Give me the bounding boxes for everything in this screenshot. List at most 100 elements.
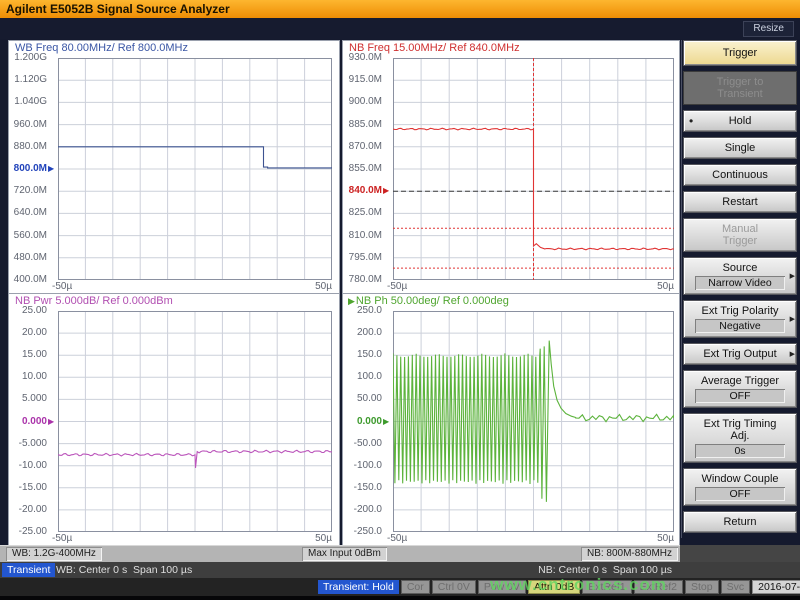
- chart-b-plot-area: [393, 58, 674, 280]
- y-tick-label: 960.0M: [11, 119, 47, 130]
- y-tick-label: -100.0: [345, 460, 382, 471]
- softkey-continuous-label: Continuous: [693, 169, 787, 181]
- y-tick-label: 1.040G: [11, 96, 47, 107]
- status-ctrl: Ctrl 0V: [432, 580, 476, 594]
- max-input-indicator: Max Input 0dBm: [302, 547, 387, 561]
- y-tick-label: 560.0M: [11, 230, 47, 241]
- ref-marker-icon[interactable]: ▶: [48, 163, 54, 175]
- y-tick-label: 870.0M: [345, 141, 382, 152]
- softkey-restart[interactable]: Restart: [683, 191, 797, 213]
- softkey-hold[interactable]: Hold•: [683, 110, 797, 132]
- softkey-source[interactable]: SourceNarrow Video▶: [683, 257, 797, 295]
- softkey-manual-trigger-label: Trigger: [693, 235, 787, 247]
- y-tick-label: 780.0M: [345, 274, 382, 285]
- y-tick-label: 400.0M: [11, 274, 47, 285]
- y-tick-label: 1.120G: [11, 74, 47, 85]
- resize-button[interactable]: Resize: [743, 21, 794, 37]
- status-transient-hold: Transient: Hold: [318, 580, 399, 594]
- ref-marker-icon[interactable]: ▶: [48, 416, 54, 428]
- softkey-return[interactable]: Return: [683, 511, 797, 533]
- y-tick-label: 50.00: [345, 393, 382, 404]
- softkey-trigger-menu-title-label: Trigger: [688, 47, 792, 59]
- softkey-single[interactable]: Single: [683, 137, 797, 159]
- chart-panel-nb-phase: ▶NB Ph 50.00deg/ Ref 0.000deg (d) 250.02…: [342, 293, 680, 546]
- chart-canvas: [58, 58, 332, 280]
- y-tick-label: -10.00: [11, 460, 47, 471]
- y-tick-label: 900.0M: [345, 96, 382, 107]
- x-axis-end-label: 50µ: [642, 533, 674, 544]
- y-tick-label: 480.0M: [11, 252, 47, 263]
- menu-strip: Resize: [0, 18, 800, 39]
- y-tick-label: 795.0M: [345, 252, 382, 263]
- softkey-ext-trig-polarity[interactable]: Ext Trig PolarityNegative▶: [683, 300, 797, 338]
- y-tick-label: -200.0: [345, 504, 382, 515]
- ref-marker-icon[interactable]: ▶: [383, 416, 389, 428]
- softkey-average-trigger[interactable]: Average TriggerOFF: [683, 370, 797, 408]
- x-axis-end-label: 50µ: [300, 281, 332, 292]
- status-stop: Stop: [685, 580, 719, 594]
- y-tick-label: -15.00: [11, 482, 47, 493]
- status-pow: Pow 0V: [478, 580, 526, 594]
- y-tick-label: 0.000: [345, 416, 382, 427]
- measurement-mode-badge: Transient: [2, 563, 55, 577]
- status-extref1: ExtRef1: [582, 580, 631, 594]
- chart-a-plot-area: [58, 58, 332, 280]
- y-tick-label: 150.0: [345, 349, 382, 360]
- y-tick-label: -5.000: [11, 438, 47, 449]
- y-tick-label: 855.0M: [345, 163, 382, 174]
- y-tick-label: 200.0: [345, 327, 382, 338]
- y-tick-label: 5.000: [11, 393, 47, 404]
- softkey-ext-trig-timing-adj[interactable]: Ext Trig Timing Adj. 0s: [683, 413, 797, 463]
- sweep-status-strip: Transient WB: Center 0 s Span 100 µs NB:…: [0, 562, 800, 578]
- softkey-average-trigger-label: Average Trigger: [693, 375, 787, 387]
- softkey-trigger-menu-title[interactable]: Trigger: [683, 40, 797, 66]
- y-tick-label: -250.0: [345, 526, 382, 537]
- softkey-ext-trig-timing-adj-value: 0s: [695, 444, 785, 458]
- y-tick-label: 10.00: [11, 371, 47, 382]
- y-tick-label: 840.0M: [345, 185, 382, 196]
- wb-sweep-settings: WB: Center 0 s Span 100 µs: [56, 563, 192, 577]
- softkey-ext-trig-polarity-value: Negative: [695, 319, 785, 333]
- softkey-trigger-to-transient-label: Trigger to: [693, 76, 787, 88]
- chart-d-plot-area: [393, 311, 674, 532]
- y-tick-label: -150.0: [345, 482, 382, 493]
- instrument-status-bar: Transient: HoldCorCtrl 0VPow 0VAttn 0dBE…: [0, 578, 800, 596]
- softkey-continuous[interactable]: Continuous: [683, 164, 797, 186]
- y-tick-label: 800.0M: [11, 163, 47, 174]
- softkey-ext-trig-output-label: Ext Trig Output: [693, 348, 787, 360]
- submenu-arrow-icon: ▶: [790, 350, 795, 358]
- submenu-arrow-icon: ▶: [790, 272, 795, 280]
- y-tick-label: 20.00: [11, 327, 47, 338]
- y-tick-label: 25.00: [11, 305, 47, 316]
- y-tick-label: 720.0M: [11, 185, 47, 196]
- status-extref2: ExtRef2: [634, 580, 683, 594]
- e5052b-application-window: Agilent E5052B Signal Source Analyzer Re…: [0, 0, 800, 600]
- y-tick-label: 640.0M: [11, 207, 47, 218]
- softkey-window-couple[interactable]: Window CoupleOFF: [683, 468, 797, 506]
- x-axis-start-label: -50µ: [387, 533, 407, 544]
- chart-panel-nb-power: NB Pwr 5.000dB/ Ref 0.000dBm (c) 25.0020…: [8, 293, 340, 546]
- x-axis-end-label: 50µ: [642, 281, 674, 292]
- chart-canvas: [58, 311, 332, 532]
- softkey-trigger-to-transient-label: Transient: [693, 88, 787, 100]
- y-tick-label: 880.0M: [11, 141, 47, 152]
- status-svc: Svc: [721, 580, 751, 594]
- y-tick-label: -50.00: [345, 438, 382, 449]
- softkey-manual-trigger: ManualTrigger: [683, 218, 797, 252]
- softkey-hold-label: Hold: [693, 115, 787, 127]
- y-tick-label: 885.0M: [345, 119, 382, 130]
- softkey-window-couple-label: Window Couple: [693, 473, 787, 485]
- softkey-ext-trig-output[interactable]: Ext Trig Output▶: [683, 343, 797, 365]
- y-tick-label: 810.0M: [345, 230, 382, 241]
- softkey-menu: Trigger Trigger toTransient Hold• Single Con…: [681, 40, 798, 538]
- softkey-source-value: Narrow Video: [695, 276, 785, 290]
- softkey-ext-trig-timing-adj-label: Ext Trig Timing Adj.: [693, 418, 787, 442]
- window-bottom-edge: [0, 596, 800, 600]
- y-tick-label: 100.0: [345, 371, 382, 382]
- y-tick-label: 250.0: [345, 305, 382, 316]
- wb-range-indicator: WB: 1.2G-400MHz: [6, 547, 102, 561]
- y-tick-label: 915.0M: [345, 74, 382, 85]
- ref-marker-icon[interactable]: ▶: [383, 185, 389, 197]
- y-tick-label: -25.00: [11, 526, 47, 537]
- chart-canvas: [393, 58, 674, 280]
